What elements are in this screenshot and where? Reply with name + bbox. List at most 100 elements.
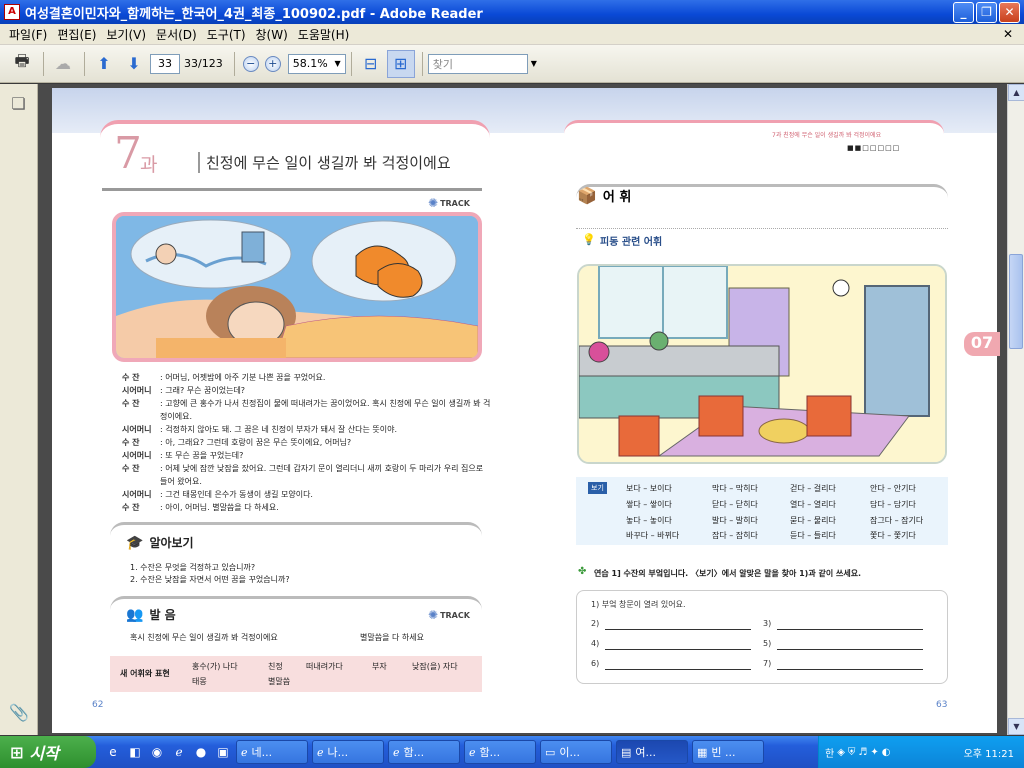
shield-icon[interactable]: ⛨ bbox=[848, 747, 856, 758]
new-word: 별말씀 bbox=[268, 677, 291, 686]
zoom-in-icon[interactable]: + bbox=[264, 55, 281, 72]
toolbar: 🖶 ☁ ⬆ ⬇ 33 33/123 − + 58.1% ▼ ⊟ ⊞ 찾기 ▼ bbox=[0, 45, 1024, 83]
network-icon[interactable]: ✦ bbox=[870, 747, 878, 758]
vertical-scrollbar[interactable]: ▲ ▼ bbox=[1007, 84, 1024, 735]
menu-window[interactable]: 창(W) bbox=[251, 26, 293, 43]
dialogue-line: 시어머니: 또 무슨 꿈을 꾸었는데? bbox=[122, 451, 244, 460]
taskbar-item-active[interactable]: ▤ 여... bbox=[616, 740, 688, 764]
progress-dots: ■■□□□□□ bbox=[847, 144, 901, 152]
menu-view[interactable]: 보기(V) bbox=[101, 26, 151, 43]
navigation-panel: ❏ 📎 bbox=[0, 84, 38, 735]
people-icon: 👥 bbox=[126, 606, 144, 623]
menu-file[interactable]: 파일(F) bbox=[4, 26, 52, 43]
new-word: 태몽 bbox=[192, 677, 207, 686]
bogi-word: 보다 – 보이다 bbox=[626, 484, 672, 493]
messenger-icon[interactable]: ● bbox=[192, 743, 210, 761]
menu-tools[interactable]: 도구(T) bbox=[202, 26, 251, 43]
menu-close-icon[interactable]: ✕ bbox=[998, 27, 1018, 41]
pages-icon[interactable]: ❏ bbox=[8, 94, 30, 116]
alabogi-questions: 1. 수잔은 무엇을 걱정하고 있습니까? 2. 수잔은 낮잠을 자면서 어떤 … bbox=[130, 562, 290, 586]
pronunciation-line-1: 혹시 친정에 무슨 일이 생길까 봐 걱정이에요 bbox=[130, 633, 278, 642]
zoom-select[interactable]: 58.1% ▼ bbox=[287, 53, 346, 74]
previous-page-icon[interactable]: ⬆ bbox=[90, 50, 118, 78]
media-icon[interactable]: ◉ bbox=[148, 743, 166, 761]
clock: 오후 11:21 bbox=[963, 748, 1014, 760]
track-badge: ✺ TRACK bbox=[428, 196, 470, 210]
ie-icon: ℯ bbox=[317, 745, 324, 759]
answer-num: 3) bbox=[763, 619, 772, 628]
ie-icon[interactable]: e bbox=[104, 743, 122, 761]
minimize-button[interactable]: _ bbox=[953, 2, 974, 23]
answer-line[interactable] bbox=[777, 629, 923, 630]
bogi-word: 쌓다 – 쌓이다 bbox=[626, 500, 672, 509]
collaborate-icon[interactable]: ☁ bbox=[49, 50, 77, 78]
bulb-icon: 💡 bbox=[582, 233, 596, 246]
volume-icon[interactable]: ◐ bbox=[882, 747, 891, 758]
alabogi-heading: 🎓 알아보기 bbox=[126, 534, 194, 551]
answer-num: 4) bbox=[591, 639, 600, 648]
pronunciation-heading: 👥 발 음 bbox=[126, 606, 176, 623]
dialogue-line: 수 잔: 아이, 어머님. 별말씀을 다 하세요. bbox=[122, 503, 279, 512]
menu-edit[interactable]: 편집(E) bbox=[52, 26, 101, 43]
folder-icon: ▭ bbox=[545, 745, 556, 759]
page-number-input[interactable]: 33 bbox=[150, 53, 180, 74]
taskbar-item[interactable]: ℯ 네... bbox=[236, 740, 308, 764]
dialogue: 수 잔: 어머님, 어젯밤에 아주 기분 나쁜 꿈을 꾸었어요. 시어머니: 그… bbox=[122, 371, 492, 514]
zoom-dropdown-icon: ▼ bbox=[334, 59, 341, 68]
close-button[interactable]: ✕ bbox=[999, 2, 1020, 23]
answer-line[interactable] bbox=[777, 649, 923, 650]
bogi-word: 쫓다 – 쫓기다 bbox=[870, 531, 916, 540]
lesson-title: 친정에 무슨 일이 생길까 봐 걱정이에요 bbox=[198, 152, 451, 173]
desktop-icon[interactable]: ▣ bbox=[214, 743, 232, 761]
bogi-word: 닫다 – 닫히다 bbox=[712, 500, 758, 509]
restore-button[interactable]: ❐ bbox=[976, 2, 997, 23]
quick-launch: e ◧ ◉ ℯ ● ▣ bbox=[104, 743, 232, 761]
bogi-label: 보기 bbox=[588, 482, 607, 494]
vocab-heading: 📦 어 휘 bbox=[577, 186, 632, 205]
start-button[interactable]: ⊞ 시작 bbox=[0, 736, 96, 768]
tray-icon[interactable]: ◈ bbox=[837, 747, 845, 758]
dialogue-line: 시어머니: 걱정하지 않아도 돼. 그 꿈은 네 친정이 부자가 돼서 잘 산다… bbox=[122, 425, 398, 434]
next-page-icon[interactable]: ⬇ bbox=[120, 50, 148, 78]
browser-icon[interactable]: ℯ bbox=[170, 743, 188, 761]
cd-icon: ✺ bbox=[428, 608, 439, 622]
explorer-icon[interactable]: ◧ bbox=[126, 743, 144, 761]
print-icon[interactable]: 🖶 bbox=[8, 50, 36, 78]
taskbar-item[interactable]: ℯ 나... bbox=[312, 740, 384, 764]
page-total: 33/123 bbox=[184, 57, 223, 70]
scroll-up-icon[interactable]: ▲ bbox=[1008, 84, 1024, 101]
taskbar-item[interactable]: ℯ 함... bbox=[388, 740, 460, 764]
ime-icon[interactable]: 한 bbox=[825, 745, 834, 760]
taskbar-item[interactable]: ℯ 함... bbox=[464, 740, 536, 764]
tray-icon[interactable]: ♬ bbox=[858, 747, 867, 758]
dream-illustration bbox=[112, 212, 482, 362]
running-header: 7과 친정에 무슨 일이 생길까 봐 걱정이에요 bbox=[772, 132, 882, 139]
attachments-icon[interactable]: 📎 bbox=[8, 703, 30, 725]
scroll-thumb[interactable] bbox=[1009, 254, 1023, 349]
menu-document[interactable]: 문서(D) bbox=[151, 26, 202, 43]
menu-help[interactable]: 도움말(H) bbox=[293, 26, 355, 43]
new-word: 부자 bbox=[372, 662, 387, 671]
fit-page-icon[interactable]: ⊞ bbox=[386, 49, 415, 78]
fit-width-icon[interactable]: ⊟ bbox=[357, 50, 385, 78]
zoom-out-icon[interactable]: − bbox=[242, 55, 259, 72]
dialogue-line: 시어머니: 그건 태몽인데 은수가 동생이 생길 모양이다. bbox=[122, 490, 313, 499]
answer-line[interactable] bbox=[605, 649, 751, 650]
exercise-instruction: 연습 1] 수잔의 부엌입니다. 〈보기〉에서 알맞은 말을 찾아 1)과 같이… bbox=[594, 569, 862, 578]
scroll-down-icon[interactable]: ▼ bbox=[1008, 718, 1024, 735]
taskbar-item[interactable]: ▭ 이... bbox=[540, 740, 612, 764]
lesson-number: 7 bbox=[114, 128, 142, 179]
search-input[interactable]: 찾기 bbox=[427, 53, 528, 74]
bogi-word: 놓다 – 놓이다 bbox=[626, 516, 672, 525]
taskbar-item[interactable]: ▦ 빈 ... bbox=[692, 740, 764, 764]
answer-num: 5) bbox=[763, 639, 772, 648]
answer-line[interactable] bbox=[605, 629, 751, 630]
answer-num: 6) bbox=[591, 659, 600, 668]
search-dropdown-icon[interactable]: ▼ bbox=[531, 59, 537, 68]
answer-num: 7) bbox=[763, 659, 772, 668]
answer-line[interactable] bbox=[777, 669, 923, 670]
dialogue-line: 수 잔: 고향에 큰 홍수가 나서 친정집이 물에 떠내려가는 꿈이었어요. 혹… bbox=[122, 399, 491, 421]
lesson-title-rule bbox=[102, 188, 482, 191]
new-word: 떠내려가다 bbox=[306, 662, 343, 671]
answer-line[interactable] bbox=[605, 669, 751, 670]
